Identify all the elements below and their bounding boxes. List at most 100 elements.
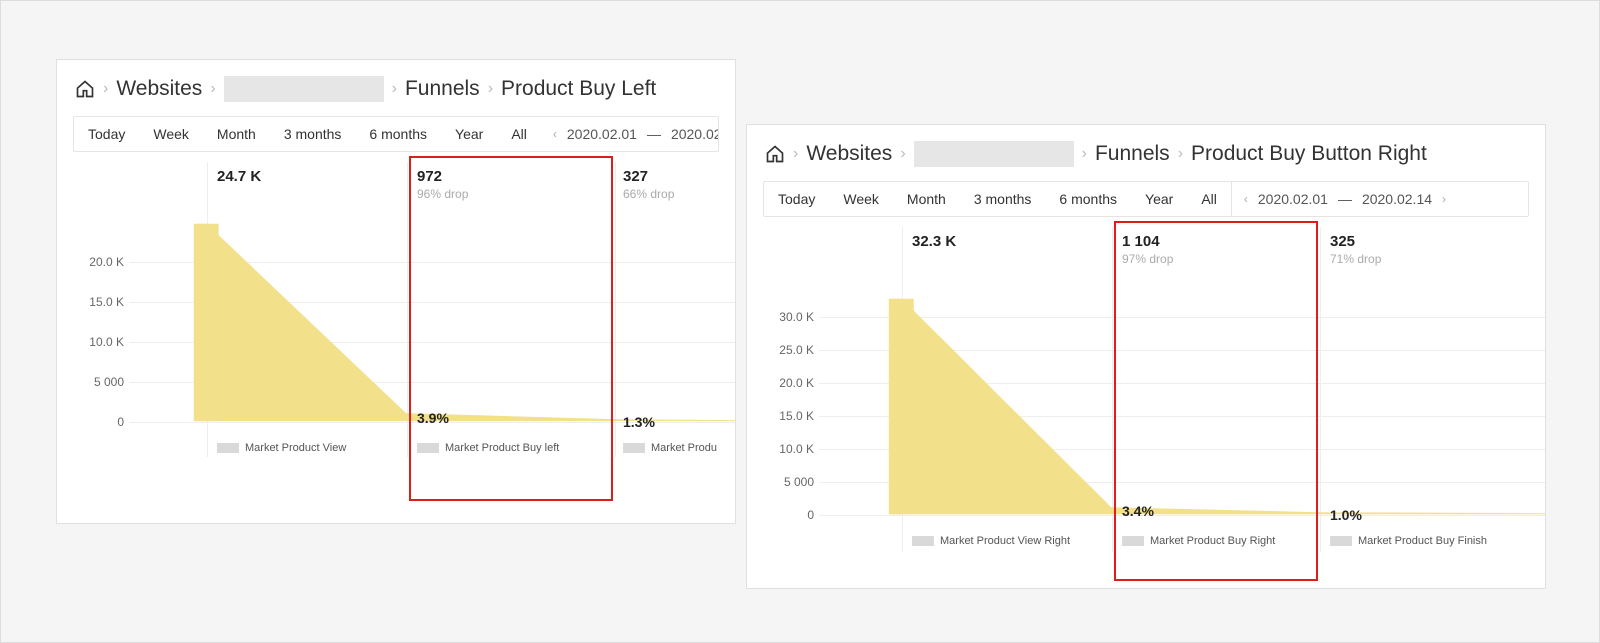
stage-label-text: Market Product Buy Right: [1150, 535, 1275, 547]
date-sep: —: [1338, 191, 1352, 207]
preset-month[interactable]: Month: [893, 182, 960, 216]
y-axis: 30.0 K 25.0 K 20.0 K 15.0 K 10.0 K 5 000…: [759, 227, 814, 587]
swatch-icon: [417, 443, 439, 453]
stage-value: 972: [417, 168, 468, 185]
y-tick: 5 000: [759, 475, 814, 489]
date-to: 2020.02.14: [1362, 191, 1432, 207]
chevron-right-icon: ›: [488, 80, 493, 98]
y-tick: 15.0 K: [759, 409, 814, 423]
date-range-picker[interactable]: ‹ 2020.02.01 — 2020.02.14 ›: [1232, 182, 1458, 216]
funnel-panel-left: › Websites › › Funnels › Product Buy Lef…: [56, 59, 736, 524]
stage-header: 972 96% drop: [417, 168, 468, 201]
stage-label-text: Market Product Buy Finish: [1358, 535, 1487, 547]
y-tick: 0: [759, 508, 814, 522]
stage-drop: 66% drop: [623, 187, 674, 201]
y-tick: 10.0 K: [759, 442, 814, 456]
preset-all[interactable]: All: [1187, 182, 1231, 216]
breadcrumb-websites[interactable]: Websites: [806, 142, 892, 166]
breadcrumb-title: Product Buy Button Right: [1191, 142, 1427, 166]
stage-drop: 96% drop: [417, 187, 468, 201]
swatch-icon: [912, 536, 934, 546]
preset-week[interactable]: Week: [829, 182, 893, 216]
breadcrumb-site-redacted[interactable]: [914, 141, 1074, 167]
y-axis: 20.0 K 15.0 K 10.0 K 5 000 0: [69, 162, 124, 492]
preset-today[interactable]: Today: [764, 182, 829, 216]
swatch-icon: [623, 443, 645, 453]
stage-value: 325: [1330, 233, 1381, 250]
breadcrumb-title: Product Buy Left: [501, 77, 656, 101]
stage-label: Market Produ: [623, 442, 717, 454]
preset-3months[interactable]: 3 months: [270, 117, 356, 151]
chevron-right-icon[interactable]: ›: [1442, 192, 1446, 206]
y-tick: 10.0 K: [69, 335, 124, 349]
stage-header: 327 66% drop: [623, 168, 674, 201]
chevron-right-icon: ›: [1178, 145, 1183, 163]
swatch-icon: [1330, 536, 1352, 546]
stage-value: 32.3 K: [912, 233, 956, 250]
stage-header: 1 104 97% drop: [1122, 233, 1173, 266]
chevron-right-icon: ›: [1082, 145, 1087, 163]
stage-drop: 97% drop: [1122, 252, 1173, 266]
date-from: 2020.02.01: [567, 126, 637, 142]
stage-label-text: Market Product View: [245, 442, 346, 454]
stage-pct: 1.0%: [1330, 507, 1362, 523]
home-icon[interactable]: [765, 144, 785, 164]
preset-3months[interactable]: 3 months: [960, 182, 1046, 216]
stage-value: 1 104: [1122, 233, 1173, 250]
preset-year[interactable]: Year: [441, 117, 497, 151]
stage-value: 327: [623, 168, 674, 185]
funnel-panel-right: › Websites › › Funnels › Product Buy But…: [746, 124, 1546, 589]
date-range-bar: Today Week Month 3 months 6 months Year …: [763, 181, 1529, 217]
breadcrumb-funnels[interactable]: Funnels: [405, 77, 480, 101]
stage-label: Market Product Buy Right: [1122, 535, 1275, 547]
chevron-right-icon: ›: [103, 80, 108, 98]
breadcrumb: › Websites › › Funnels › Product Buy Lef…: [57, 60, 735, 112]
funnel-area: [819, 227, 1545, 551]
preset-week[interactable]: Week: [139, 117, 203, 151]
y-tick: 20.0 K: [759, 376, 814, 390]
stage-label-text: Market Product Buy left: [445, 442, 559, 454]
stage-label: Market Product View Right: [912, 535, 1070, 547]
stage-label-text: Market Produ: [651, 442, 717, 454]
breadcrumb-websites[interactable]: Websites: [116, 77, 202, 101]
preset-all[interactable]: All: [497, 117, 541, 151]
chevron-right-icon: ›: [392, 80, 397, 98]
swatch-icon: [217, 443, 239, 453]
date-to: 2020.02.14: [671, 126, 719, 142]
y-tick: 5 000: [69, 375, 124, 389]
stage-label: Market Product View: [217, 442, 346, 454]
breadcrumb-site-redacted[interactable]: [224, 76, 384, 102]
chevron-right-icon: ›: [210, 80, 215, 98]
preset-6months[interactable]: 6 months: [355, 117, 441, 151]
chevron-right-icon: ›: [900, 145, 905, 163]
funnel-chart: 20.0 K 15.0 K 10.0 K 5 000 0 24.7: [57, 162, 735, 492]
y-tick: 30.0 K: [759, 310, 814, 324]
stage-header: 32.3 K: [912, 233, 956, 250]
date-from: 2020.02.01: [1258, 191, 1328, 207]
chevron-right-icon: ›: [793, 145, 798, 163]
y-tick: 25.0 K: [759, 343, 814, 357]
stage-pct: 1.3%: [623, 414, 655, 430]
stage-label-text: Market Product View Right: [940, 535, 1070, 547]
home-icon[interactable]: [75, 79, 95, 99]
preset-today[interactable]: Today: [74, 117, 139, 151]
breadcrumb-funnels[interactable]: Funnels: [1095, 142, 1170, 166]
date-sep: —: [647, 126, 661, 142]
y-tick: 15.0 K: [69, 295, 124, 309]
chevron-left-icon[interactable]: ‹: [1244, 192, 1248, 206]
stage-label: Market Product Buy left: [417, 442, 559, 454]
preset-month[interactable]: Month: [203, 117, 270, 151]
y-tick: 20.0 K: [69, 255, 124, 269]
stage-header: 24.7 K: [217, 168, 261, 185]
preset-year[interactable]: Year: [1131, 182, 1187, 216]
swatch-icon: [1122, 536, 1144, 546]
stage-drop: 71% drop: [1330, 252, 1381, 266]
stage-value: 24.7 K: [217, 168, 261, 185]
date-range-picker[interactable]: ‹ 2020.02.01 — 2020.02.14 ›: [541, 117, 719, 151]
stage-pct: 3.4%: [1122, 503, 1154, 519]
preset-6months[interactable]: 6 months: [1045, 182, 1131, 216]
stage-pct: 3.9%: [417, 410, 449, 426]
chevron-left-icon[interactable]: ‹: [553, 127, 557, 141]
funnel-chart: 30.0 K 25.0 K 20.0 K 15.0 K 10.0 K 5 000…: [747, 227, 1545, 587]
breadcrumb: › Websites › › Funnels › Product Buy But…: [747, 125, 1545, 177]
